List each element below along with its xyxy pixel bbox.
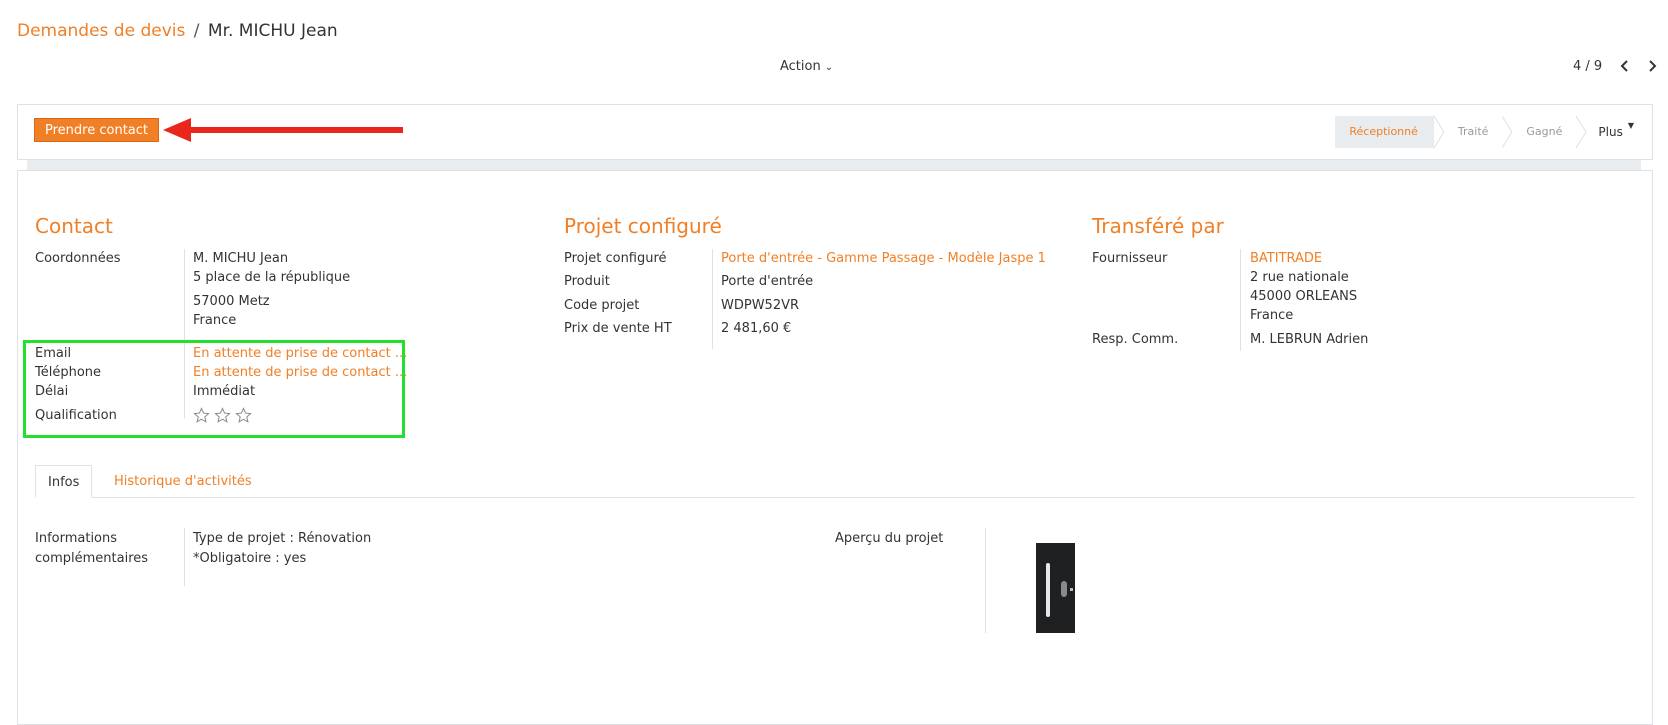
fournisseur-country: France (1250, 308, 1294, 323)
coordonnees-label: Coordonnées (35, 251, 121, 266)
door-lock (1061, 581, 1067, 597)
caret-down-icon: ▼ (1627, 121, 1634, 130)
breadcrumb: Demandes de devis / Mr. MICHU Jean (17, 21, 338, 41)
more-stages-label: Plus (1598, 125, 1623, 139)
door-handle (1046, 563, 1050, 617)
projet-section-title: Projet configuré (564, 214, 722, 238)
resp-comm-value: M. LEBRUN Adrien (1250, 332, 1369, 347)
more-stages-dropdown[interactable]: Plus ▼ (1586, 116, 1652, 148)
fournisseur-street: 2 rue nationale (1250, 270, 1349, 285)
door-detail (1070, 588, 1073, 591)
fournisseur-label: Fournisseur (1092, 251, 1168, 266)
form-sheet: Contact Coordonnées M. MICHU Jean 5 plac… (17, 170, 1653, 725)
sheet-shadow (27, 160, 1641, 170)
action-label: Action (780, 59, 821, 74)
transfere-section-title: Transféré par (1092, 214, 1224, 238)
field-divider (1240, 249, 1241, 351)
green-highlight-annotation (23, 340, 405, 438)
breadcrumb-parent-link[interactable]: Demandes de devis (17, 21, 185, 41)
tab-infos[interactable]: Infos (35, 465, 93, 498)
apercu-projet-label: Aperçu du projet (835, 531, 944, 546)
breadcrumb-separator: / (193, 21, 200, 41)
notebook-tabs: Infos Historique d'activités (35, 465, 1635, 498)
produit-label: Produit (564, 274, 610, 289)
stage-receptionne[interactable]: Réceptionné (1335, 116, 1434, 148)
tab-historique[interactable]: Historique d'activités (102, 465, 264, 498)
fournisseur-link[interactable]: BATITRADE (1250, 251, 1322, 266)
contact-name: M. MICHU Jean (193, 251, 289, 266)
field-divider (985, 528, 986, 633)
contact-city: 57000 Metz (193, 294, 270, 309)
stage-separator-icon (1502, 116, 1513, 148)
prix-vente-value: 2 481,60 € (721, 321, 792, 336)
pager-next-icon[interactable] (1645, 59, 1659, 73)
stage-separator-icon (1576, 116, 1587, 148)
field-divider (184, 528, 185, 586)
projet-configure-link[interactable]: Porte d'entrée - Gamme Passage - Modèle … (721, 251, 1046, 266)
informations-label-line2: complémentaires (35, 551, 149, 566)
contact-country: France (193, 313, 237, 328)
project-preview-door-image (1036, 543, 1075, 633)
obligatoire-value: *Obligatoire : yes (193, 551, 307, 566)
stage-traite[interactable]: Traité (1444, 116, 1503, 148)
produit-value: Porte d'entrée (721, 274, 814, 289)
contact-section-title: Contact (35, 214, 113, 238)
prendre-contact-button[interactable]: Prendre contact (34, 118, 159, 142)
pager-previous-icon[interactable] (1618, 59, 1632, 73)
type-projet-value: Type de projet : Rénovation (193, 531, 372, 546)
prix-vente-label: Prix de vente HT (564, 321, 672, 336)
field-divider (712, 249, 713, 349)
informations-label-line1: Informations (35, 531, 118, 546)
projet-configure-label: Projet configuré (564, 251, 667, 266)
breadcrumb-current: Mr. MICHU Jean (207, 21, 338, 41)
code-projet-label: Code projet (564, 298, 640, 313)
status-bar: Prendre contact Réceptionné Traité Gagné… (17, 104, 1653, 160)
fournisseur-city: 45000 ORLEANS (1250, 289, 1358, 304)
stage-gagne[interactable]: Gagné (1512, 116, 1576, 148)
resp-comm-label: Resp. Comm. (1092, 332, 1179, 347)
stage-pipeline: Réceptionné Traité Gagné Plus ▼ (1335, 116, 1652, 148)
code-projet-value: WDPW52VR (721, 298, 800, 313)
pager-value[interactable]: 4 / 9 (1573, 59, 1602, 74)
red-arrow-annotation-icon (163, 118, 403, 142)
stage-separator-icon (1433, 116, 1444, 148)
chevron-down-icon: ⌄ (824, 62, 834, 73)
contact-address: 5 place de la république (193, 270, 351, 285)
action-dropdown-button[interactable]: Action ⌄ (780, 59, 833, 74)
